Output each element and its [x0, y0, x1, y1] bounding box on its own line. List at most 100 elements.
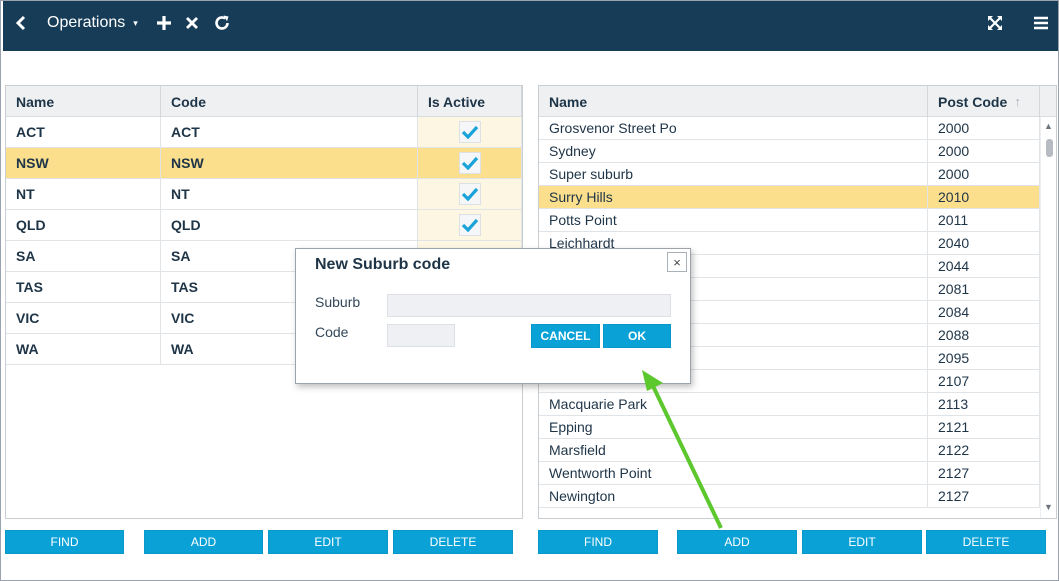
- table-row[interactable]: NSW NSW: [6, 148, 522, 179]
- states-grid-header: Name Code Is Active: [6, 86, 522, 117]
- post-code: 2000: [928, 117, 1040, 139]
- table-row[interactable]: QLD QLD: [6, 210, 522, 241]
- code-label: Code: [315, 324, 349, 340]
- suburb-name: Macquarie Park: [539, 393, 928, 415]
- state-name: WA: [6, 334, 161, 364]
- post-code: 2107: [928, 370, 1040, 392]
- table-row[interactable]: Super suburb 2000: [539, 163, 1040, 186]
- is-active-checkbox[interactable]: [458, 121, 481, 143]
- table-row[interactable]: Sydney 2000: [539, 140, 1040, 163]
- ok-button[interactable]: OK: [603, 324, 671, 348]
- code-input[interactable]: [387, 324, 455, 347]
- is-active-cell: [418, 210, 522, 240]
- sort-ascending-icon: ↑: [1014, 94, 1022, 109]
- new-suburb-dialog: New Suburb code × Suburb Code CANCEL OK: [295, 248, 691, 384]
- suburb-name: Marsfield: [539, 439, 928, 461]
- state-code: NSW: [161, 148, 418, 178]
- post-code: 2127: [928, 462, 1040, 484]
- table-row[interactable]: NT NT: [6, 179, 522, 210]
- state-name: VIC: [6, 303, 161, 333]
- table-row[interactable]: Macquarie Park 2113: [539, 393, 1040, 416]
- is-active-cell: [418, 117, 522, 147]
- column-header-name[interactable]: Name: [539, 86, 928, 117]
- suburb-name: Grosvenor Street Po: [539, 117, 928, 139]
- right-delete-button[interactable]: DELETE: [926, 530, 1046, 554]
- column-header-name[interactable]: Name: [6, 86, 161, 117]
- table-row[interactable]: Grosvenor Street Po 2000: [539, 117, 1040, 140]
- table-row[interactable]: Surry Hills 2010: [539, 186, 1040, 209]
- is-active-checkbox[interactable]: [458, 214, 481, 236]
- left-edit-button[interactable]: EDIT: [268, 530, 388, 554]
- scroll-up-icon[interactable]: ▲: [1044, 121, 1053, 131]
- post-code-label: Post Code: [938, 93, 1008, 110]
- left-delete-button[interactable]: DELETE: [393, 530, 513, 554]
- table-row[interactable]: Marsfield 2122: [539, 439, 1040, 462]
- suburb-name: Surry Hills: [539, 186, 928, 208]
- hamburger-menu-icon[interactable]: [1029, 1, 1053, 45]
- table-row[interactable]: Potts Point 2011: [539, 209, 1040, 232]
- suburb-label: Suburb: [315, 294, 361, 310]
- refresh-icon[interactable]: [210, 1, 234, 45]
- post-code: 2081: [928, 278, 1040, 300]
- state-name: TAS: [6, 272, 161, 302]
- dialog-close-icon[interactable]: ×: [667, 252, 687, 272]
- right-find-button[interactable]: FIND: [538, 530, 658, 554]
- back-icon[interactable]: [7, 1, 35, 45]
- is-active-checkbox[interactable]: [458, 152, 481, 174]
- post-code: 2010: [928, 186, 1040, 208]
- dialog-title: New Suburb code: [315, 256, 451, 273]
- column-header-is-active[interactable]: Is Active: [418, 86, 522, 117]
- scrollbar-thumb[interactable]: [1046, 139, 1053, 157]
- post-code: 2127: [928, 485, 1040, 507]
- checkmark-icon: [461, 156, 478, 170]
- table-row[interactable]: Epping 2121: [539, 416, 1040, 439]
- right-edit-button[interactable]: EDIT: [802, 530, 922, 554]
- post-code: 2113: [928, 393, 1040, 415]
- checkmark-icon: [461, 187, 478, 201]
- post-code: 2000: [928, 163, 1040, 185]
- close-icon[interactable]: [181, 1, 203, 45]
- scroll-down-icon[interactable]: ▼: [1044, 502, 1053, 512]
- suburb-name: Sydney: [539, 140, 928, 162]
- state-code: NT: [161, 179, 418, 209]
- suburb-name: Potts Point: [539, 209, 928, 231]
- state-name: SA: [6, 241, 161, 271]
- state-code: QLD: [161, 210, 418, 240]
- table-row[interactable]: Wentworth Point 2127: [539, 462, 1040, 485]
- table-row[interactable]: Newington 2127: [539, 485, 1040, 508]
- post-code: 2040: [928, 232, 1040, 254]
- is-active-checkbox[interactable]: [458, 183, 481, 205]
- suburb-name: Newington: [539, 485, 928, 507]
- operations-menu[interactable]: Operations ▾: [47, 1, 138, 45]
- post-code: 2121: [928, 416, 1040, 438]
- state-name: NSW: [6, 148, 161, 178]
- left-add-button[interactable]: ADD: [144, 530, 263, 554]
- cancel-button[interactable]: CANCEL: [531, 324, 600, 348]
- plus-icon[interactable]: [153, 1, 175, 45]
- right-add-button[interactable]: ADD: [677, 530, 797, 554]
- checkmark-icon: [461, 218, 478, 232]
- is-active-cell: [418, 148, 522, 178]
- post-code: 2088: [928, 324, 1040, 346]
- operations-title: Operations: [47, 14, 126, 31]
- post-code: 2011: [928, 209, 1040, 231]
- vertical-scrollbar[interactable]: ▲ ▼: [1040, 117, 1056, 518]
- post-code: 2084: [928, 301, 1040, 323]
- post-code: 2044: [928, 255, 1040, 277]
- state-name: ACT: [6, 117, 161, 147]
- column-header-post-code[interactable]: Post Code ↑: [928, 86, 1040, 117]
- suburb-name: Super suburb: [539, 163, 928, 185]
- top-bar: Operations ▾: [3, 1, 1058, 51]
- state-name: QLD: [6, 210, 161, 240]
- fullscreen-icon[interactable]: [983, 1, 1007, 45]
- suburb-name: Wentworth Point: [539, 462, 928, 484]
- left-find-button[interactable]: FIND: [5, 530, 124, 554]
- suburb-input[interactable]: [387, 294, 671, 317]
- state-name: NT: [6, 179, 161, 209]
- is-active-cell: [418, 179, 522, 209]
- checkmark-icon: [461, 125, 478, 139]
- post-code: 2122: [928, 439, 1040, 461]
- column-header-code[interactable]: Code: [161, 86, 418, 117]
- table-row[interactable]: ACT ACT: [6, 117, 522, 148]
- state-code: ACT: [161, 117, 418, 147]
